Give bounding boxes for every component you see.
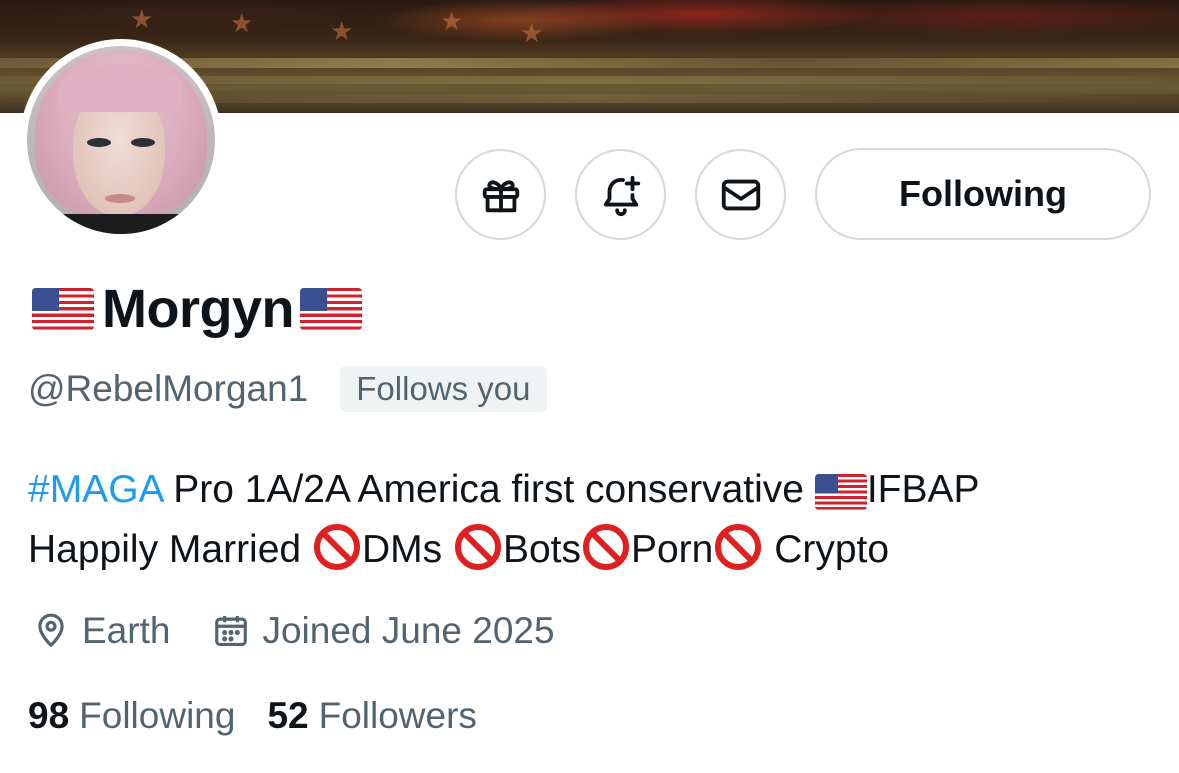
us-flag-emoji bbox=[300, 288, 362, 330]
us-flag-emoji bbox=[32, 288, 94, 330]
bio-text: Porn bbox=[630, 528, 714, 571]
bio-text: Happily Married bbox=[28, 528, 312, 571]
envelope-icon bbox=[721, 179, 760, 210]
handle-row: @RebelMorgan1 Follows you bbox=[28, 364, 547, 414]
notify-button[interactable] bbox=[575, 149, 666, 240]
bio-text: Bots bbox=[502, 528, 581, 571]
joined-item: Joined June 2025 bbox=[212, 610, 555, 652]
following-count: 98 bbox=[28, 695, 70, 736]
display-name: Morgyn bbox=[102, 279, 295, 339]
message-button[interactable] bbox=[695, 149, 786, 240]
prohibited-icon bbox=[454, 524, 501, 570]
prohibited-icon bbox=[582, 524, 629, 570]
profile-bio: #MAGA Pro 1A/2A America first conservati… bbox=[28, 460, 1168, 580]
following-label: Following bbox=[79, 695, 236, 736]
profile-meta: Earth Joined June 2025 bbox=[32, 604, 555, 658]
gift-icon bbox=[482, 179, 519, 212]
prohibited-icon bbox=[715, 524, 762, 570]
location-text: Earth bbox=[82, 610, 171, 651]
followers-count: 52 bbox=[267, 695, 309, 736]
followers-link[interactable]: 52 Followers bbox=[267, 695, 476, 737]
followers-label: Followers bbox=[318, 695, 477, 736]
bio-text: Pro 1A/2A America first conservative bbox=[162, 468, 815, 511]
joined-date: Joined June 2025 bbox=[262, 610, 555, 651]
user-handle: @RebelMorgan1 bbox=[28, 368, 309, 409]
profile-avatar[interactable] bbox=[20, 39, 222, 241]
bell-plus-icon bbox=[603, 175, 640, 216]
calendar-icon bbox=[215, 615, 248, 647]
bio-text: DMs bbox=[361, 528, 453, 571]
bio-text: IFBAP bbox=[866, 468, 980, 511]
location-pin-icon bbox=[38, 613, 64, 647]
gift-button[interactable] bbox=[455, 149, 546, 240]
follow-stats: 98 Following 52 Followers bbox=[28, 690, 477, 742]
following-button[interactable]: Following bbox=[815, 148, 1151, 240]
prohibited-icon bbox=[313, 524, 360, 570]
display-name-row: Morgyn bbox=[32, 278, 362, 340]
bio-text: Crypto bbox=[763, 528, 890, 571]
following-link[interactable]: 98 Following bbox=[28, 695, 235, 737]
follows-you-badge: Follows you bbox=[340, 366, 547, 412]
location-item: Earth bbox=[32, 610, 170, 652]
us-flag-emoji bbox=[814, 473, 867, 510]
hashtag-link[interactable]: #MAGA bbox=[28, 468, 162, 511]
